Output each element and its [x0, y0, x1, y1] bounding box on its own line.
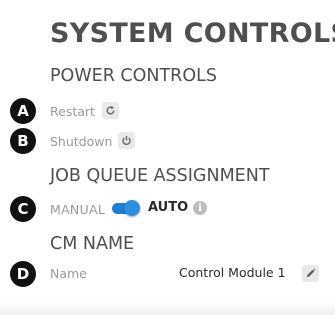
job-queue-heading: JOB QUEUE ASSIGNMENT — [50, 166, 270, 186]
auto-label: AUTO — [148, 200, 189, 215]
marker-b: B — [10, 128, 36, 154]
power-icon — [122, 135, 131, 146]
pencil-icon — [306, 268, 316, 278]
cm-name-heading: CM NAME — [50, 234, 135, 254]
shutdown-button[interactable] — [118, 132, 135, 149]
system-controls-panel: SYSTEM CONTROLS POWER CONTROLS A Restart… — [0, 0, 335, 315]
marker-d: D — [10, 261, 36, 287]
bottom-fade — [0, 301, 335, 315]
marker-a: A — [10, 98, 36, 124]
restart-label: Restart — [50, 104, 95, 119]
toggle-knob[interactable] — [124, 200, 140, 216]
shutdown-label: Shutdown — [50, 134, 113, 149]
power-controls-heading: POWER CONTROLS — [50, 66, 217, 86]
restart-button[interactable] — [102, 102, 119, 119]
cm-name-value: Control Module 1 — [179, 265, 286, 280]
info-icon[interactable]: i — [193, 201, 207, 215]
name-label: Name — [50, 266, 87, 281]
restart-icon — [106, 105, 115, 115]
edit-name-button[interactable] — [302, 265, 319, 282]
page-title: SYSTEM CONTROLS — [50, 18, 335, 49]
marker-c: C — [10, 196, 36, 222]
manual-label: MANUAL — [50, 202, 106, 217]
